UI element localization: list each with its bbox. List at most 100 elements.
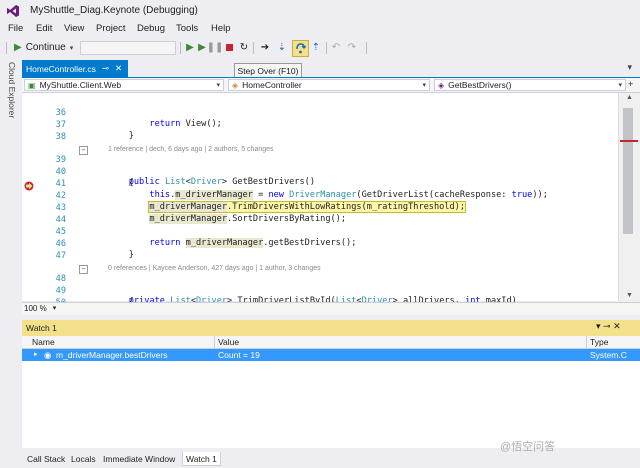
watch-panel-controls: ▾ ⊸ ✕ [596,321,621,332]
window-title: MyShuttle_Diag.Keynote (Debugging) [30,5,198,16]
method-icon: ◈ [438,80,445,90]
code-line: 43 m_driverManager.SortDriversByRating()… [55,203,347,224]
watch-type: System.C [590,350,627,360]
watch-panel-header [22,320,640,336]
split-window-icon[interactable]: + [628,79,633,89]
code-line: 50 [22,287,618,308]
menu-tools[interactable]: Tools [176,23,198,34]
chevron-down-icon: ▾ [216,82,220,89]
code-line: 46 } [55,239,134,260]
chevron-down-icon: ▾ [618,82,622,89]
tab-call-stack[interactable]: Call Stack [24,452,68,465]
member-dropdown[interactable]: ◈ GetBestDrivers() ▾ [434,79,626,91]
menu-project[interactable]: Project [96,23,126,34]
redo-icon[interactable]: ↷ [346,40,358,55]
pin-icon[interactable]: ⊸ [102,63,109,74]
tab-list-dropdown-icon[interactable]: ▾ [627,62,632,73]
continue-label: Continue [25,42,66,53]
codelens-line: 0 references | Kaycee Anderson, 427 days… [22,252,618,272]
project-label: MyShuttle.Client.Web [39,80,122,90]
column-divider [586,336,587,348]
watermark: @悟空问答 [500,441,556,453]
zoom-level: 100 % [24,303,47,313]
toolbar-grip [6,42,7,54]
chevron-down-icon: ▾ [69,44,74,52]
chevron-down-icon[interactable]: ▾ [596,321,601,331]
tab-immediate-window[interactable]: Immediate Window [100,452,178,465]
code-line: 48 − private List<Driver> TrimDriverList… [55,265,517,306]
menu-view[interactable]: View [64,23,84,34]
cloud-explorer-tab[interactable]: Cloud Explorer [1,62,17,132]
play-icon: ▶ [14,42,22,53]
menu-file[interactable]: File [8,23,23,34]
step-into-icon[interactable]: ⇣ [276,40,288,55]
breakpoint-current-statement-icon[interactable] [24,181,34,191]
expand-icon[interactable]: ▸ [34,350,38,358]
toolbar-separator [366,42,367,54]
code-line: 38 [55,132,66,142]
step-over-button[interactable] [292,40,309,57]
menu-debug[interactable]: Debug [137,23,165,34]
code-line: 40 { [55,167,134,188]
code-line: 45 return m_driverManager.getBestDrivers… [55,227,357,248]
csharp-project-icon: ▣ [28,80,36,90]
close-icon[interactable]: ✕ [115,63,122,74]
stop-icon[interactable] [223,40,235,55]
column-name[interactable]: Name [32,337,55,347]
editor-status-bar [22,302,640,315]
visual-studio-logo-icon [7,5,19,17]
code-line: 37 } [55,120,134,141]
restart-icon[interactable]: ↻ [238,40,250,55]
field-icon: ◉ [44,350,52,360]
toolbar-separator [326,42,327,54]
current-statement-line: 42 m_driverManager.TrimDriversWithLowRat… [55,191,467,213]
zoom-dropdown[interactable]: 100 % ▾ [24,303,66,313]
chevron-down-icon: ▾ [52,305,57,312]
menu-help[interactable]: Help [211,23,231,34]
scroll-up-icon[interactable]: ▲ [626,94,633,101]
codelens-line: 1 reference | dech, 6 days ago | 2 autho… [22,133,618,153]
code-editor[interactable]: 36 return View(); 37 } 38 1 reference | … [22,93,618,308]
pause-icon[interactable]: ❚❚ [207,40,224,55]
scroll-down-icon[interactable]: ▼ [626,292,633,299]
pin-icon[interactable]: ⊸ [603,321,611,331]
tab-homecontroller[interactable]: HomeController.cs ⊸ ✕ [22,60,128,77]
toolbar-separator [253,42,254,54]
tab-locals[interactable]: Locals [68,452,99,465]
member-label: GetBestDrivers() [448,80,512,90]
class-icon: ◈ [232,80,239,90]
column-divider [214,336,215,348]
debug-target-dropdown[interactable] [80,41,176,55]
code-line: 44 [55,215,66,225]
tab-label: HomeController.cs [26,63,96,74]
column-type[interactable]: Type [590,337,608,347]
class-label: HomeController [242,80,302,90]
debug-toolbar: ▶ Continue ▾ ▶ ▶ ❚❚ ↻ ➔ ⇣ ⇡ ↶ ↷ [0,38,640,58]
show-next-statement-icon[interactable]: ➔ [258,40,272,55]
project-dropdown[interactable]: ▣ MyShuttle.Client.Web ▾ [24,79,224,91]
column-value[interactable]: Value [218,337,239,347]
code-line: 41 this.m_driverManager = new DriverMana… [55,179,548,200]
menu-bar: File Edit View Project Debug Tools Help [0,22,640,38]
class-dropdown[interactable]: ◈ HomeController ▾ [228,79,430,91]
tab-watch-1[interactable]: Watch 1 [182,452,221,466]
chevron-down-icon: ▾ [422,82,426,89]
code-line: 47 [55,251,66,261]
step-over-icon [296,43,306,54]
undo-icon[interactable]: ↶ [330,40,342,55]
watch-column-headers: Name Value Type [22,336,640,349]
watch-name[interactable]: m_driverManager.bestDrivers [56,350,167,360]
collapse-icon[interactable]: − [79,146,88,155]
watch-value[interactable]: Count = 19 [218,350,260,360]
close-icon[interactable]: ✕ [613,321,621,331]
watch-panel-title: Watch 1 [26,323,57,333]
continue-button[interactable]: ▶ Continue ▾ [14,40,76,55]
menu-edit[interactable]: Edit [36,23,52,34]
toolbar-separator [180,42,181,54]
scrollbar-thumb[interactable] [623,108,633,234]
collapse-icon[interactable]: − [79,265,88,274]
table-row[interactable]: ▸ ◉ m_driverManager.bestDrivers Count = … [22,349,640,361]
step-out-icon[interactable]: ⇡ [310,40,322,55]
scrollbar-breakpoint-marker [620,140,638,142]
start-without-debugging-icon[interactable]: ▶ [184,40,196,55]
